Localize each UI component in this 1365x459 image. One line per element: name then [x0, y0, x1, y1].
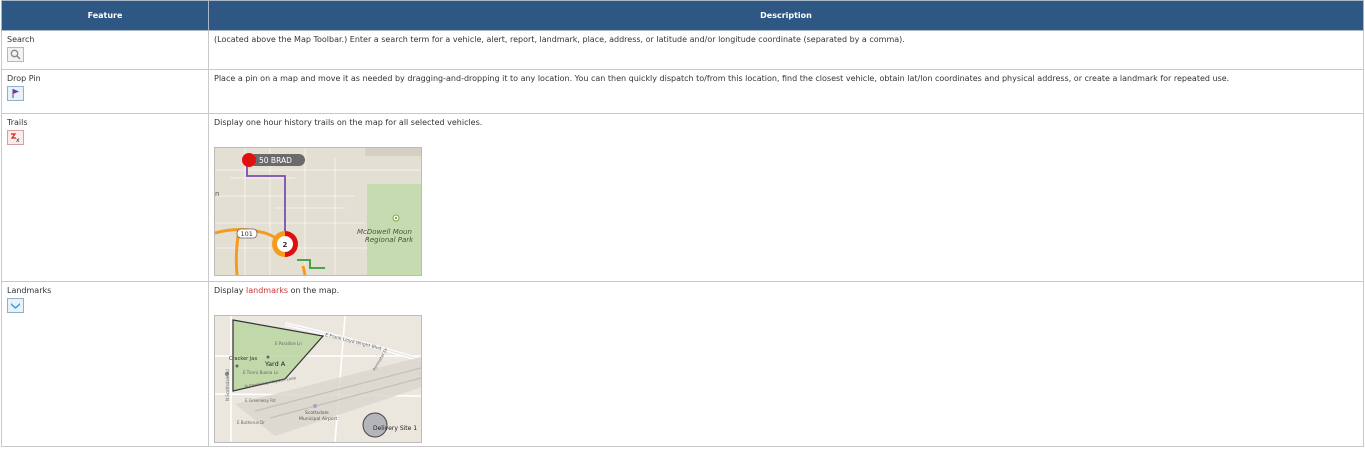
map-edge-text: n	[215, 190, 219, 198]
landmarks-link[interactable]: landmarks	[246, 286, 288, 295]
feature-table: Feature Description Search (Located abov…	[1, 0, 1364, 447]
landmark-icon[interactable]	[7, 298, 24, 313]
airport-label-2: Municipal Airport	[299, 416, 337, 422]
description-cell: Place a pin on a map and move it as need…	[208, 69, 1364, 114]
delivery-site-label: Delivery Site 1	[373, 425, 417, 432]
feature-name: Drop Pin	[7, 74, 41, 83]
cluster-count: 2	[283, 241, 288, 249]
yard-label: Yard A	[264, 360, 286, 368]
road-label: N Scottsdale Rd	[225, 369, 230, 401]
description-text: Display one hour history trails on the m…	[214, 118, 483, 127]
route-shield: 101	[241, 230, 253, 238]
description-cell: Display one hour history trails on the m…	[208, 113, 1364, 282]
feature-cell: Landmarks	[1, 281, 209, 447]
description-text-before: Display	[214, 286, 247, 295]
description-cell: Display landmarks on the map. Cracker Ja…	[208, 281, 1364, 447]
flag-pin-icon[interactable]	[7, 86, 24, 101]
feature-cell: Drop Pin	[1, 69, 209, 114]
airport-label-1: Scottsdale	[305, 410, 329, 416]
vehicle-pin[interactable]	[242, 153, 256, 167]
road-label: E Greenway Rd	[245, 398, 276, 403]
feature-name: Search	[7, 35, 35, 44]
table-row: Search (Located above the Map Toolbar.) …	[1, 30, 1364, 70]
header-description: Description	[208, 0, 1364, 31]
feature-name: Trails	[7, 118, 28, 127]
company-label: Cracker Jax	[229, 356, 257, 362]
search-icon[interactable]	[7, 47, 24, 62]
park-label-2: Regional Park	[365, 236, 414, 244]
road-label: E Tierra Buena Ln	[243, 370, 279, 375]
feature-name: Landmarks	[7, 286, 52, 295]
vehicle-label: 50 BRAD	[259, 156, 292, 165]
header-feature: Feature	[1, 0, 209, 31]
feature-cell: Search	[1, 30, 209, 70]
landmarks-map: Cracker Jax Yard A E Frank Lloyd Wright …	[214, 315, 422, 443]
road-label: E Paradise Ln	[275, 341, 302, 346]
table-row: Drop Pin Place a pin on a map and move i…	[1, 69, 1364, 114]
table-header-row: Feature Description	[1, 0, 1364, 31]
feature-cell: Trails x	[1, 113, 209, 282]
trails-icon[interactable]: x	[7, 130, 24, 145]
table-row: Landmarks Display landmarks on the map.	[1, 281, 1364, 447]
description-text-after: on the map.	[288, 286, 340, 295]
description-text: Display landmarks on the map.	[214, 286, 1358, 296]
park-label-1: McDowell Moun	[357, 228, 412, 236]
svg-text:x: x	[16, 137, 20, 143]
description-cell: (Located above the Map Toolbar.) Enter a…	[208, 30, 1364, 70]
table-row: Trails x Display one hour history trails…	[1, 113, 1364, 282]
road-label: E Butherus Dr	[237, 420, 265, 425]
description-text: (Located above the Map Toolbar.) Enter a…	[214, 35, 905, 44]
trails-map: McDowell Moun Regional Park n 101 2 50 B…	[214, 147, 422, 276]
description-text: Place a pin on a map and move it as need…	[214, 74, 1230, 83]
